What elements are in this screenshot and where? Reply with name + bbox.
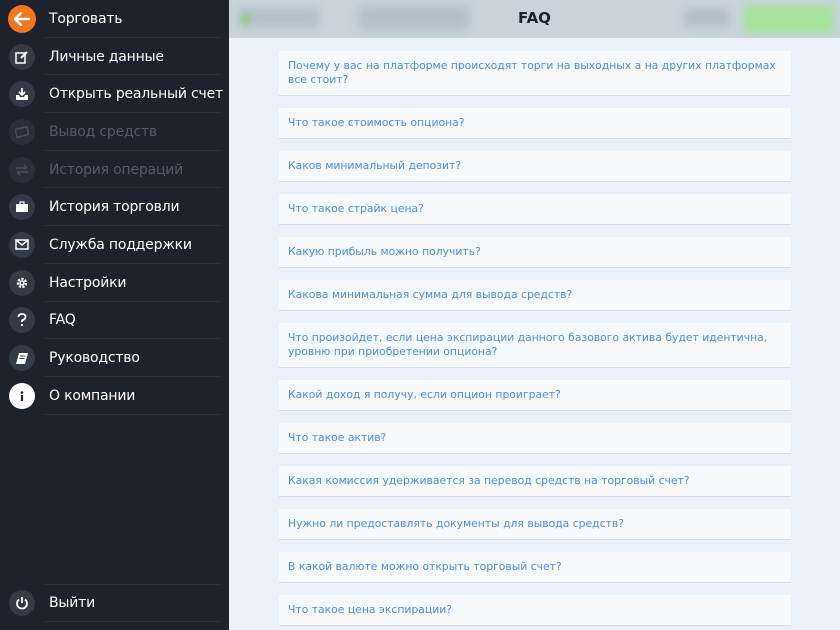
faq-question: Нужно ли предоставлять документы для выв… [288, 517, 624, 530]
sidebar-item-operations-history: История операций [0, 151, 229, 189]
faq-item[interactable]: Каков минимальный депозит? [279, 151, 791, 182]
sidebar-item-label: Открыть реальный счет [49, 86, 223, 103]
logout-label: Выйти [49, 594, 96, 611]
faq-item[interactable]: Какую прибыль можно получить? [279, 237, 791, 268]
faq-question: Какой доход я получу, если опцион проигр… [288, 388, 561, 401]
cash-icon [9, 118, 35, 145]
faq-item[interactable]: Что такое цена экспирации? [279, 595, 791, 626]
page-title: FAQ [518, 9, 551, 27]
gear-icon [9, 269, 35, 296]
faq-item[interactable]: Что такое страйк цена? [279, 194, 791, 225]
arrow-left-icon [8, 4, 36, 33]
logout-button[interactable]: Выйти [0, 584, 229, 622]
book-icon [9, 345, 35, 372]
sidebar-item-label: FAQ [49, 312, 76, 329]
sidebar-item-label: Торговать [49, 10, 123, 27]
briefcase-icon [9, 194, 35, 221]
faq-item[interactable]: Что такое актив? [279, 423, 791, 454]
download-tray-icon [9, 81, 35, 108]
sidebar-item-label: О компании [49, 387, 136, 404]
sidebar-item-label: Служба поддержки [49, 236, 192, 253]
faq-item[interactable]: Почему у вас на платформе происходят тор… [279, 51, 791, 96]
edit-icon [9, 43, 35, 70]
sidebar-item-faq[interactable]: FAQ [0, 302, 229, 340]
exchange-icon [9, 156, 35, 183]
faq-question: Каков минимальный депозит? [288, 159, 462, 172]
sidebar-item-withdrawal: Вывод средств [0, 113, 229, 151]
header-bar: FAQ [229, 0, 840, 38]
sidebar-item-label: Руководство [49, 350, 140, 367]
faq-question: Что такое актив? [288, 431, 387, 444]
sidebar-item-trade[interactable]: Торговать [0, 0, 229, 38]
sidebar-item-label: Вывод средств [49, 123, 157, 140]
sidebar-item-label: История операций [49, 161, 184, 178]
sidebar-item-personal-data[interactable]: Личные данные [0, 38, 229, 76]
faq-question: Что такое стоимость опциона? [288, 116, 465, 129]
faq-question: Что такое страйк цена? [288, 202, 424, 215]
sidebar: Торговать Личные данные Открыть реальный… [0, 0, 229, 630]
faq-item[interactable]: Какова минимальная сумма для вывода сред… [279, 280, 791, 311]
faq-question: Какова минимальная сумма для вывода сред… [288, 288, 573, 301]
sidebar-item-label: Настройки [49, 274, 127, 291]
faq-item[interactable]: Какой доход я получу, если опцион проигр… [279, 380, 791, 411]
faq-question: Что такое цена экспирации? [288, 603, 452, 616]
power-icon [9, 589, 35, 616]
sidebar-item-label: Личные данные [49, 48, 164, 65]
faq-question: Какую прибыль можно получить? [288, 245, 481, 258]
faq-list: Почему у вас на платформе происходят тор… [279, 51, 791, 630]
faq-item[interactable]: Нужно ли предоставлять документы для выв… [279, 509, 791, 540]
faq-question: Какая комиссия удерживается за перевод с… [288, 474, 690, 487]
sidebar-item-guide[interactable]: Руководство [0, 339, 229, 377]
faq-item[interactable]: Что такое стоимость опциона? [279, 108, 791, 139]
sidebar-item-label: История торговли [49, 199, 180, 216]
question-icon [9, 307, 35, 334]
faq-item[interactable]: Что произойдет, если цена экспирации дан… [279, 323, 791, 368]
envelope-icon [9, 231, 35, 258]
sidebar-item-settings[interactable]: Настройки [0, 264, 229, 302]
faq-question: Что произойдет, если цена экспирации дан… [288, 331, 768, 358]
sidebar-item-open-real-account[interactable]: Открыть реальный счет [0, 75, 229, 113]
faq-item[interactable]: Какая комиссия удерживается за перевод с… [279, 466, 791, 497]
faq-question: Почему у вас на платформе происходят тор… [288, 59, 776, 86]
info-icon [9, 382, 35, 409]
sidebar-item-trade-history[interactable]: История торговли [0, 188, 229, 226]
faq-item[interactable]: В какой валюте можно открыть торговый сч… [279, 552, 791, 583]
sidebar-item-support[interactable]: Служба поддержки [0, 226, 229, 264]
faq-question: В какой валюте можно открыть торговый сч… [288, 560, 562, 573]
sidebar-menu: Торговать Личные данные Открыть реальный… [0, 0, 229, 415]
sidebar-item-about[interactable]: О компании [0, 377, 229, 415]
